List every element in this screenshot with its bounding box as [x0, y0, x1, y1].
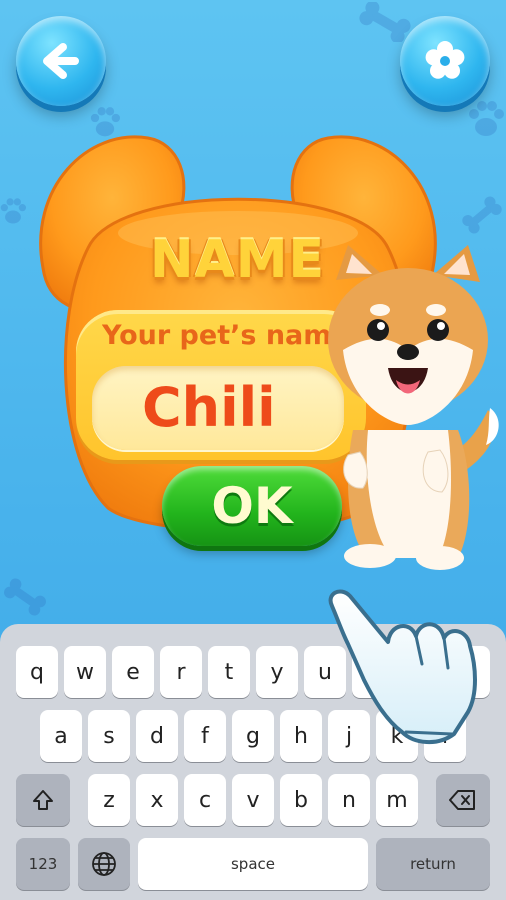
backspace-icon [449, 790, 475, 810]
pet-name-input[interactable]: Chili [92, 366, 344, 450]
key-a[interactable]: a [40, 710, 82, 762]
key-m[interactable]: m [376, 774, 418, 826]
settings-button[interactable] [400, 16, 490, 106]
key-n[interactable]: n [328, 774, 370, 826]
key-z[interactable]: z [88, 774, 130, 826]
key-y[interactable]: y [256, 646, 298, 698]
shiba-dog-illustration [328, 245, 499, 570]
arrow-left-icon [43, 43, 79, 79]
key-c[interactable]: c [184, 774, 226, 826]
return-key[interactable]: return [376, 838, 490, 890]
key-h[interactable]: h [280, 710, 322, 762]
key-e[interactable]: e [112, 646, 154, 698]
key-w[interactable]: w [64, 646, 106, 698]
numbers-key[interactable]: 123 [16, 838, 70, 890]
key-d[interactable]: d [136, 710, 178, 762]
key-q[interactable]: q [16, 646, 58, 698]
space-key[interactable]: space [138, 838, 368, 890]
key-s[interactable]: s [88, 710, 130, 762]
key-t[interactable]: t [208, 646, 250, 698]
key-g[interactable]: g [232, 710, 274, 762]
key-r[interactable]: r [160, 646, 202, 698]
key-x[interactable]: x [136, 774, 178, 826]
key-b[interactable]: b [280, 774, 322, 826]
shift-key[interactable] [16, 774, 70, 826]
ok-button-label: OK [211, 477, 293, 535]
globe-key[interactable] [78, 838, 130, 890]
bone-decor-icon [462, 196, 502, 234]
pointing-hand-icon [328, 589, 477, 744]
key-f[interactable]: f [184, 710, 226, 762]
bone-decor-icon [4, 578, 46, 616]
back-button[interactable] [16, 16, 106, 106]
key-v[interactable]: v [232, 774, 274, 826]
globe-icon [92, 852, 116, 876]
paw-decor-icon [469, 101, 504, 136]
pet-name-value: Chili [142, 376, 276, 439]
shift-arrow-icon [33, 790, 53, 810]
paw-decor-icon [0, 198, 26, 224]
backspace-key[interactable] [436, 774, 490, 826]
flower-gear-icon [425, 41, 465, 79]
